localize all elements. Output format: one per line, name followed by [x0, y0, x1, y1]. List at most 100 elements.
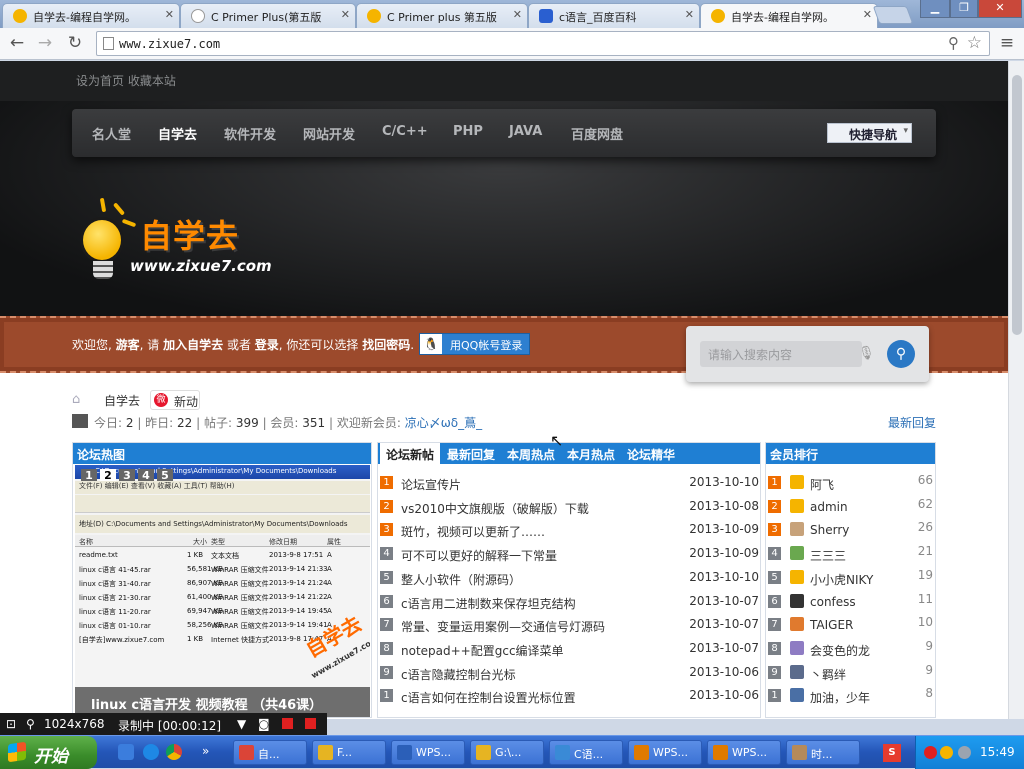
- close-window-button[interactable]: ✕: [978, 0, 1022, 18]
- qq-login-button[interactable]: 🐧 用QQ帐号登录: [419, 333, 530, 355]
- tab-featured[interactable]: 论坛精华: [627, 446, 675, 463]
- thread-title-link[interactable]: c语言如何在控制台设置光标位置: [401, 689, 576, 706]
- avatar[interactable]: [790, 498, 804, 513]
- member-rank-row[interactable]: 8 会变色的龙 9: [768, 639, 935, 659]
- avatar[interactable]: [790, 617, 804, 632]
- tab-new-threads[interactable]: 论坛新帖: [380, 443, 441, 464]
- register-link[interactable]: 加入自学去: [163, 338, 223, 352]
- avatar[interactable]: [790, 475, 804, 489]
- tab-latest-replies[interactable]: 最新回复: [447, 446, 495, 463]
- taskbar-button[interactable]: 自...: [233, 740, 307, 765]
- weibo-follow-button[interactable]: 微 新动: [150, 390, 200, 410]
- thread-title-link[interactable]: vs2010中文旗舰版（破解版）下载: [401, 500, 589, 517]
- member-name-link[interactable]: admin: [810, 500, 848, 514]
- member-name-link[interactable]: confess: [810, 595, 856, 609]
- thread-row[interactable]: 8 notepad++配置gcc编译菜单 2013-10-07: [380, 639, 760, 659]
- thread-title-link[interactable]: c语言隐藏控制台光标: [401, 666, 516, 683]
- nav-item-software[interactable]: 软件开发: [224, 124, 276, 143]
- tab-weekly-hot[interactable]: 本周热点: [507, 446, 555, 463]
- nav-item-baidu-pan[interactable]: 百度网盘: [571, 124, 623, 143]
- reload-icon[interactable]: ↻: [64, 32, 86, 54]
- taskbar-button[interactable]: WPS...: [628, 740, 702, 765]
- member-name-link[interactable]: Sherry: [810, 523, 849, 537]
- avatar[interactable]: [790, 664, 804, 679]
- thread-title-link[interactable]: 整人小软件（附源码）: [401, 571, 521, 588]
- thread-row[interactable]: 9 c语言隐藏控制台光标 2013-10-06: [380, 663, 760, 683]
- nav-item-zixue[interactable]: 自学去: [158, 124, 197, 143]
- nav-item-web[interactable]: 网站开发: [303, 124, 355, 143]
- thread-title-link[interactable]: 常量、变量运用案例—交通信号灯源码: [401, 618, 605, 635]
- minimize-button[interactable]: ▁: [920, 0, 950, 18]
- start-button[interactable]: 开始: [0, 736, 97, 769]
- avatar[interactable]: [790, 688, 804, 703]
- new-tab-button[interactable]: [872, 6, 914, 24]
- browser-tab-1[interactable]: 自学去-编程自学网。 ✕: [2, 3, 180, 28]
- quick-nav-dropdown[interactable]: 快捷导航 ▾: [827, 123, 912, 143]
- thread-row[interactable]: 4 可不可以更好的解释一下常量 2013-10-09: [380, 544, 760, 564]
- magnifier-icon[interactable]: ⚲: [26, 717, 35, 731]
- tab-monthly-hot[interactable]: 本月热点: [567, 446, 615, 463]
- bookmark-star-icon[interactable]: ☆: [967, 33, 982, 53]
- pause-icon[interactable]: [282, 718, 293, 729]
- newest-member-link[interactable]: 凉心〆ωδ_蔦_: [405, 416, 482, 430]
- search-button[interactable]: ⚲: [887, 340, 915, 368]
- show-desktop-icon[interactable]: [118, 744, 134, 760]
- search-icon[interactable]: ⚲: [948, 34, 959, 52]
- member-rank-row[interactable]: 2 admin 62: [768, 497, 935, 517]
- member-name-link[interactable]: 阿飞: [810, 476, 834, 493]
- scrollbar-thumb[interactable]: [1012, 75, 1022, 335]
- avatar[interactable]: [790, 569, 804, 584]
- member-rank-row[interactable]: 6 confess 11: [768, 592, 935, 612]
- avatar[interactable]: [790, 640, 804, 655]
- search-input[interactable]: 请输入搜索内容: [700, 341, 862, 367]
- avatar[interactable]: [790, 546, 804, 561]
- menu-wrench-icon[interactable]: ≡: [996, 32, 1018, 54]
- thread-row[interactable]: 5 整人小软件（附源码） 2013-10-10: [380, 568, 760, 588]
- address-bar[interactable]: www.zixue7.com ⚲ ☆: [96, 31, 990, 56]
- member-rank-row[interactable]: 9 丶羁绊 9: [768, 663, 935, 683]
- recorder-window-icon[interactable]: ⊡: [6, 717, 16, 731]
- taskbar-button[interactable]: F...: [312, 740, 386, 765]
- avatar[interactable]: [790, 522, 804, 537]
- avatar[interactable]: [790, 593, 804, 608]
- thread-title-link[interactable]: c语言用二进制数来保存坦克结构: [401, 595, 576, 612]
- stop-icon[interactable]: [305, 718, 316, 729]
- chevron-right-icon[interactable]: »: [202, 744, 209, 758]
- member-rank-row[interactable]: 5 小小虎NIKY 19: [768, 568, 935, 588]
- forward-arrow-icon[interactable]: →: [34, 32, 56, 54]
- taskbar-button[interactable]: WPS...: [391, 740, 465, 765]
- sogou-input-icon[interactable]: S: [883, 744, 901, 762]
- back-arrow-icon[interactable]: ←: [6, 32, 28, 54]
- microphone-icon[interactable]: 🎙: [858, 346, 875, 361]
- thread-row[interactable]: 6 c语言用二进制数来保存坦克结构 2013-10-07: [380, 592, 760, 612]
- nav-item-php[interactable]: PHP: [453, 124, 483, 139]
- site-logo[interactable]: 自学去 www.zixue7.com: [78, 197, 318, 291]
- breadcrumb-current[interactable]: 自学去: [104, 392, 140, 409]
- forgot-password-link[interactable]: 找回密码: [362, 338, 410, 352]
- taskbar-button[interactable]: WPS...: [707, 740, 781, 765]
- browser-tab-2[interactable]: C Primer Plus(第五版 ✕: [180, 3, 356, 28]
- record-tray-icon[interactable]: [924, 746, 937, 759]
- taskbar-button[interactable]: 时...: [786, 740, 860, 765]
- member-rank-row[interactable]: 1 加油，少年 8: [768, 686, 935, 706]
- member-rank-row[interactable]: 3 Sherry 26: [768, 520, 935, 540]
- tab-close-icon[interactable]: ✕: [513, 8, 522, 21]
- browser-tab-3[interactable]: C Primer plus 第五版 ✕: [356, 3, 528, 28]
- recorder-dropdown-icon[interactable]: ▼: [237, 717, 246, 731]
- member-name-link[interactable]: 会变色的龙: [810, 642, 870, 659]
- thread-row[interactable]: 7 常量、变量运用案例—交通信号灯源码 2013-10-07: [380, 615, 760, 635]
- thread-row[interactable]: 1 c语言如何在控制台设置光标位置 2013-10-06: [380, 686, 760, 706]
- login-link[interactable]: 登录: [255, 338, 279, 352]
- member-name-link[interactable]: 丶羁绊: [810, 666, 846, 683]
- member-rank-row[interactable]: 1 阿飞 66: [768, 473, 935, 493]
- chrome-icon[interactable]: [166, 744, 182, 760]
- camera-icon[interactable]: ◙: [258, 717, 270, 731]
- member-rank-row[interactable]: 4 三三三 21: [768, 544, 935, 564]
- page-scrollbar[interactable]: [1008, 61, 1024, 719]
- tab-close-icon[interactable]: ✕: [165, 8, 174, 21]
- member-name-link[interactable]: TAIGER: [810, 618, 853, 632]
- taskbar-button[interactable]: G:\...: [470, 740, 544, 765]
- taskbar-button[interactable]: C语...: [549, 740, 623, 765]
- member-name-link[interactable]: 小小虎NIKY: [810, 571, 873, 588]
- nav-item-c-cpp[interactable]: C/C++: [382, 124, 428, 139]
